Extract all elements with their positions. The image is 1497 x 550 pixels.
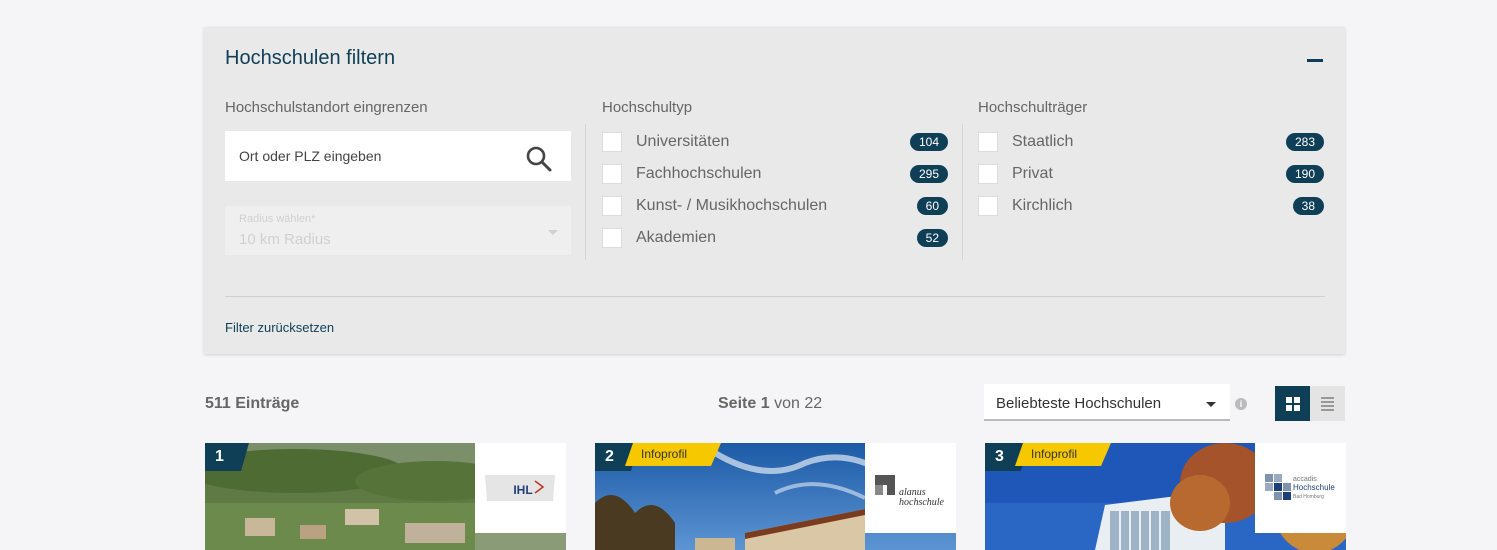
logo-text: Bad Homburg	[1293, 494, 1324, 500]
location-search-box	[225, 131, 571, 181]
page-sep: von	[774, 395, 800, 412]
carrier-option-label: Privat	[1012, 165, 1053, 182]
infoprofil-badge: Infoprofil	[625, 443, 721, 466]
sort-label: Beliebteste Hochschulen	[996, 395, 1162, 412]
infoprofil-label: Infoprofil	[1031, 447, 1078, 461]
pagination-info: Seite 1 von 22	[718, 395, 822, 413]
type-option-label: Fachhochschulen	[636, 165, 762, 182]
type-option-kunst-musik[interactable]: Kunst- / Musikhochschulen 60	[602, 195, 948, 217]
column-divider	[962, 124, 963, 260]
count-badge: 52	[916, 229, 948, 247]
radius-select[interactable]: Radius wählen* 10 km Radius	[225, 206, 571, 255]
info-icon[interactable]: i	[1235, 398, 1247, 410]
rank-number: 1	[215, 448, 224, 465]
rank-number: 3	[995, 448, 1004, 465]
university-logo: alanus hochschule	[865, 443, 956, 533]
search-icon[interactable]	[525, 145, 553, 173]
sort-select[interactable]: Beliebteste Hochschulen	[984, 384, 1230, 421]
list-view-button[interactable]	[1310, 386, 1345, 421]
checkbox[interactable]	[602, 164, 622, 184]
radius-label: Radius wählen*	[239, 213, 316, 225]
rank-number: 2	[605, 448, 614, 465]
checkbox[interactable]	[978, 164, 998, 184]
chevron-down-icon	[1206, 402, 1216, 407]
infoprofil-badge: Infoprofil	[1015, 443, 1111, 466]
location-heading: Hochschulstandort eingrenzen	[225, 99, 428, 116]
location-search-input[interactable]	[225, 131, 515, 181]
checkbox[interactable]	[602, 196, 622, 216]
radius-value: 10 km Radius	[239, 231, 331, 248]
carrier-option-label: Kirchlich	[1012, 197, 1073, 214]
filter-divider	[225, 296, 1325, 297]
result-count: 511 Einträge	[205, 395, 300, 412]
type-option-label: Akademien	[636, 229, 717, 246]
type-option-label: Kunst- / Musikhochschulen	[636, 197, 828, 214]
type-option-label: Universitäten	[636, 133, 730, 150]
type-option-akademien[interactable]: Akademien 52	[602, 227, 948, 249]
checkbox[interactable]	[602, 228, 622, 248]
type-option-universitaeten[interactable]: Universitäten 104	[602, 131, 948, 153]
university-card[interactable]: 2 Infoprofil alanus hochschule	[595, 443, 956, 550]
university-card[interactable]: 3 Infoprofil accadis Hochschule Bad Homb…	[985, 443, 1346, 550]
filter-panel: Hochschulen filtern Hochschulstandort ei…	[204, 27, 1345, 354]
count-badge: 60	[916, 197, 948, 215]
column-divider	[585, 124, 586, 260]
count-badge: 283	[1285, 133, 1324, 151]
carrier-option-label: Staatlich	[1012, 133, 1074, 150]
count-badge: 38	[1292, 197, 1324, 215]
list-icon	[1321, 397, 1334, 411]
filter-title: Hochschulen filtern	[225, 47, 396, 69]
grid-icon	[1286, 397, 1300, 411]
count-badge: 104	[909, 133, 948, 151]
collapse-filter-button[interactable]	[1307, 59, 1323, 62]
carrier-option-privat[interactable]: Privat 190	[978, 163, 1324, 185]
checkbox[interactable]	[602, 132, 622, 152]
logo-text: Hochschule	[1293, 483, 1335, 492]
count-badge: 295	[909, 165, 948, 183]
university-logo: accadis Hochschule Bad Homburg	[1255, 443, 1346, 533]
page-current: 1	[760, 395, 770, 412]
count-badge: 190	[1285, 165, 1324, 183]
page-total: 22	[804, 395, 823, 412]
infoprofil-label: Infoprofil	[641, 447, 688, 461]
type-heading: Hochschultyp	[602, 99, 693, 116]
carrier-option-kirchlich[interactable]: Kirchlich 38	[978, 195, 1324, 217]
university-card[interactable]: 1 IHL	[205, 443, 566, 550]
carrier-option-staatlich[interactable]: Staatlich 283	[978, 131, 1324, 153]
university-logo: IHL	[475, 443, 566, 533]
rank-badge: 1	[205, 443, 249, 471]
logo-text: IHL	[513, 483, 532, 497]
chevron-down-icon	[548, 230, 558, 235]
page-prefix: Seite	[718, 395, 757, 412]
reset-filter-link[interactable]: Filter zurücksetzen	[225, 320, 334, 335]
grid-view-button[interactable]	[1275, 386, 1310, 421]
carrier-heading: Hochschulträger	[978, 99, 1088, 116]
logo-text: accadis	[1293, 476, 1317, 483]
checkbox[interactable]	[978, 132, 998, 152]
logo-text: hochschule	[899, 497, 945, 508]
type-option-fachhochschulen[interactable]: Fachhochschulen 295	[602, 163, 948, 185]
checkbox[interactable]	[978, 196, 998, 216]
